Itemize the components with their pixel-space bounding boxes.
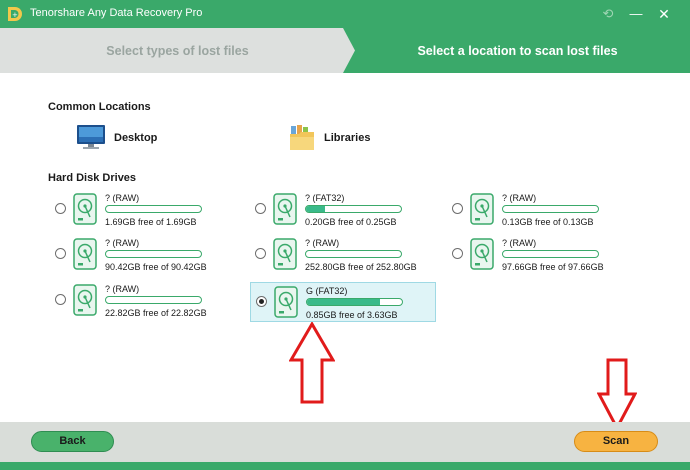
drive-name: ? (RAW) [105, 193, 140, 203]
drive-name: G (FAT32) [306, 286, 348, 296]
back-button[interactable]: Back [31, 431, 114, 452]
app-logo-icon: + [8, 7, 22, 21]
drive-item[interactable]: ? (FAT32) 0.20GB free of 0.25GB [250, 190, 436, 230]
bottom-strip [0, 462, 690, 470]
history-icon[interactable]: ⟲ [598, 4, 618, 24]
drive-item[interactable]: ? (RAW) 1.69GB free of 1.69GB [50, 190, 236, 230]
drive-free-space: 90.42GB free of 90.42GB [105, 262, 207, 272]
title-bar: + Tenorshare Any Data Recovery Pro ⟲ — ✕ [0, 0, 690, 28]
drive-usage-fill [307, 299, 381, 305]
drive-name: ? (FAT32) [305, 193, 345, 203]
drive-radio-button[interactable] [55, 294, 66, 305]
drive-name: ? (RAW) [502, 193, 537, 203]
hard-disk-icon [73, 193, 97, 225]
hard-disk-icon [274, 286, 298, 318]
location-libraries-label: Libraries [324, 132, 371, 144]
drive-item[interactable]: ? (RAW) 22.82GB free of 22.82GB [50, 281, 236, 321]
drive-usage-bar [502, 250, 599, 258]
drive-item[interactable]: ? (RAW) 97.66GB free of 97.66GB [447, 235, 633, 275]
location-libraries[interactable]: Libraries [289, 124, 409, 152]
drive-usage-bar [105, 296, 202, 304]
minimize-button[interactable]: — [626, 4, 646, 24]
step-1-label[interactable]: Select types of lost files [0, 44, 355, 58]
common-locations-title: Common Locations [48, 101, 151, 113]
drive-usage-bar [105, 205, 202, 213]
hard-disk-drives-title: Hard Disk Drives [48, 172, 137, 184]
svg-text:+: + [12, 11, 18, 19]
drive-item[interactable]: ? (RAW) 90.42GB free of 90.42GB [50, 235, 236, 275]
app-title: Tenorshare Any Data Recovery Pro [30, 7, 203, 19]
hard-disk-icon [273, 193, 297, 225]
drive-free-space: 0.13GB free of 0.13GB [502, 217, 594, 227]
drive-item[interactable]: ? (RAW) 252.80GB free of 252.80GB [250, 235, 436, 275]
hard-disk-icon [73, 284, 97, 316]
drive-free-space: 252.80GB free of 252.80GB [305, 262, 417, 272]
drive-free-space: 0.85GB free of 3.63GB [306, 310, 398, 320]
drive-free-space: 1.69GB free of 1.69GB [105, 217, 197, 227]
drive-usage-bar [306, 298, 403, 306]
step-2-label: Select a location to scan lost files [417, 44, 618, 58]
drive-usage-fill [306, 206, 325, 212]
hard-disk-icon [273, 238, 297, 270]
drive-name: ? (RAW) [105, 238, 140, 248]
desktop-icon [77, 125, 105, 149]
drive-usage-bar [502, 205, 599, 213]
location-desktop-label: Desktop [114, 132, 158, 144]
drive-radio-button[interactable] [255, 203, 266, 214]
drive-usage-bar [105, 250, 202, 258]
drive-name: ? (RAW) [305, 238, 340, 248]
libraries-folder-icon [290, 125, 314, 150]
drive-free-space: 0.20GB free of 0.25GB [305, 217, 397, 227]
drive-free-space: 97.66GB free of 97.66GB [502, 262, 604, 272]
wizard-steps: Select types of lost files Select a loca… [0, 28, 690, 73]
scan-button[interactable]: Scan [574, 431, 658, 452]
drive-radio-button[interactable] [256, 296, 267, 307]
drive-radio-button[interactable] [452, 203, 463, 214]
down-arrow-annotation [597, 358, 637, 430]
drive-item[interactable]: G (FAT32) 0.85GB free of 3.63GB [250, 282, 436, 322]
hard-disk-icon [73, 238, 97, 270]
drive-name: ? (RAW) [502, 238, 537, 248]
drive-radio-button[interactable] [452, 248, 463, 259]
drive-radio-button[interactable] [255, 248, 266, 259]
hard-disk-icon [470, 193, 494, 225]
drive-free-space: 22.82GB free of 22.82GB [105, 308, 207, 318]
drive-radio-button[interactable] [55, 203, 66, 214]
up-arrow-annotation [289, 322, 335, 404]
close-button[interactable]: ✕ [654, 4, 674, 24]
drive-item[interactable]: ? (RAW) 0.13GB free of 0.13GB [447, 190, 633, 230]
location-desktop[interactable]: Desktop [76, 124, 196, 152]
drive-name: ? (RAW) [105, 284, 140, 294]
drive-usage-bar [305, 205, 402, 213]
drive-radio-button[interactable] [55, 248, 66, 259]
drive-usage-bar [305, 250, 402, 258]
hard-disk-icon [470, 238, 494, 270]
